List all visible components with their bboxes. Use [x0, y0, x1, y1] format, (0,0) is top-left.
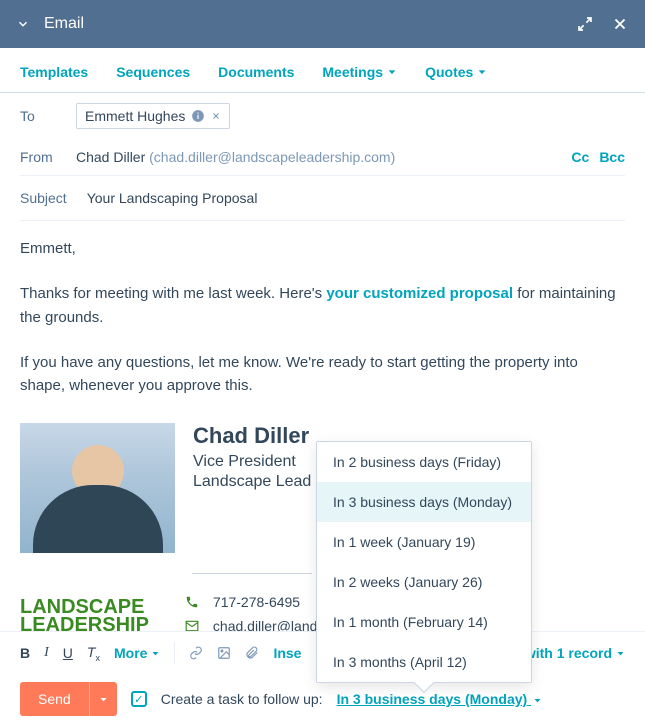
dropdown-option[interactable]: In 2 business days (Friday) [317, 442, 531, 482]
chevron-down-icon [151, 649, 160, 658]
subject-row: Subject Your Landscaping Proposal [0, 176, 645, 220]
email-body[interactable]: Emmett, Thanks for meeting with me last … [0, 221, 645, 397]
dropdown-option[interactable]: In 3 business days (Monday) [317, 482, 531, 522]
chevron-down-icon [387, 67, 397, 77]
send-group: Send [20, 682, 117, 716]
company-logo: LANDSCAPE LEADERSHIP [20, 598, 149, 634]
chevron-down-icon [533, 696, 542, 705]
proposal-link[interactable]: your customized proposal [326, 285, 513, 302]
tab-meetings[interactable]: Meetings [322, 64, 397, 80]
followup-dropdown: In 2 business days (Friday) In 3 busines… [316, 441, 532, 683]
to-label: To [20, 108, 76, 124]
send-options-button[interactable] [89, 682, 117, 716]
expand-icon[interactable] [577, 16, 593, 32]
recipient-name: Emmett Hughes [85, 108, 185, 124]
underline-button[interactable]: U [63, 645, 73, 661]
tab-sequences[interactable]: Sequences [116, 64, 190, 80]
dropdown-option[interactable]: In 1 week (January 19) [317, 522, 531, 562]
followup-value-dropdown[interactable]: In 3 business days (Monday) [337, 691, 543, 707]
tab-quotes-label: Quotes [425, 64, 473, 80]
sig-name: Chad Diller [193, 423, 311, 449]
signature-divider [192, 573, 312, 574]
tabs-bar: Templates Sequences Documents Meetings Q… [0, 48, 645, 93]
contact-phone: 717-278-6495 [185, 594, 318, 610]
subject-input[interactable]: Your Landscaping Proposal [87, 190, 258, 206]
recipient-chip[interactable]: Emmett Hughes [76, 103, 230, 129]
link-button[interactable] [189, 646, 203, 660]
separator [174, 642, 175, 664]
bold-button[interactable]: B [20, 645, 30, 661]
info-icon[interactable] [191, 109, 205, 123]
associated-records[interactable]: with 1 record [525, 645, 625, 661]
from-row: From Chad Diller (chad.diller@landscapel… [0, 139, 645, 175]
followup-checkbox[interactable]: ✓ [131, 691, 147, 707]
from-label: From [20, 149, 76, 165]
avatar [20, 423, 175, 553]
dropdown-option[interactable]: In 3 months (April 12) [317, 642, 531, 682]
paragraph-2: If you have any questions, let me know. … [20, 351, 625, 398]
tab-templates[interactable]: Templates [20, 64, 88, 80]
image-button[interactable] [217, 646, 231, 660]
attachment-button[interactable] [245, 646, 259, 660]
close-icon[interactable] [611, 15, 629, 33]
italic-button[interactable]: I [44, 645, 49, 661]
dropdown-option[interactable]: In 2 weeks (January 26) [317, 562, 531, 602]
tab-quotes[interactable]: Quotes [425, 64, 487, 80]
subject-label: Subject [20, 190, 67, 206]
header-title: Email [44, 15, 559, 33]
remove-chip-icon[interactable] [211, 111, 221, 121]
paragraph-1: Thanks for meeting with me last week. He… [20, 282, 625, 329]
clear-format-button[interactable]: Tx [87, 644, 100, 663]
followup-label: Create a task to follow up: [161, 691, 323, 707]
collapse-icon[interactable] [16, 17, 30, 31]
compose-header: Email [0, 0, 645, 48]
chevron-down-icon [477, 67, 487, 77]
dropdown-option[interactable]: In 1 month (February 14) [317, 602, 531, 642]
from-value[interactable]: Chad Diller (chad.diller@landscapeleader… [76, 149, 395, 165]
greeting: Emmett, [20, 237, 625, 260]
from-name: Chad Diller [76, 149, 145, 165]
cc-button[interactable]: Cc [571, 149, 589, 165]
to-row: To Emmett Hughes [0, 93, 645, 139]
bcc-button[interactable]: Bcc [599, 149, 625, 165]
from-email: (chad.diller@landscapeleadership.com) [149, 149, 395, 165]
chevron-down-icon [99, 695, 108, 704]
sig-role: Vice President [193, 453, 311, 471]
sig-company: Landscape Lead [193, 473, 311, 491]
phone-icon [185, 595, 201, 609]
tab-documents[interactable]: Documents [218, 64, 294, 80]
send-button[interactable]: Send [20, 682, 89, 716]
tab-meetings-label: Meetings [322, 64, 383, 80]
insert-button[interactable]: Inse [273, 645, 301, 661]
more-formatting-button[interactable]: More [114, 645, 160, 661]
chevron-down-icon [616, 649, 625, 658]
